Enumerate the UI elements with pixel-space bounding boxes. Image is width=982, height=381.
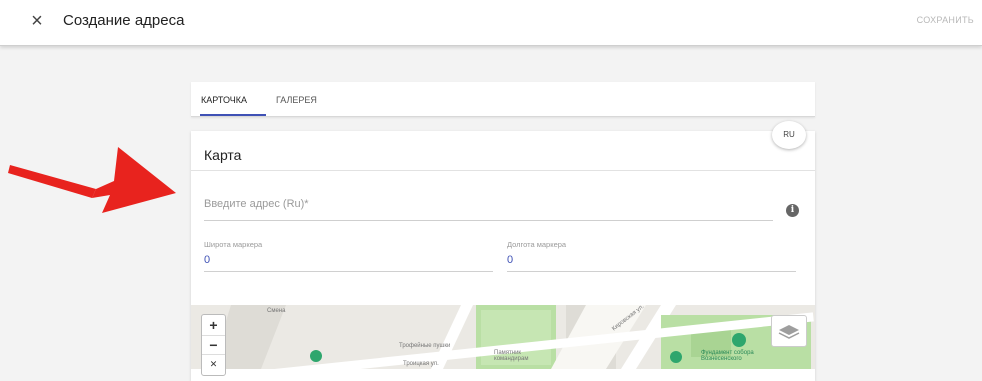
tab-card[interactable]: КАРТОЧКА xyxy=(201,95,247,105)
top-app-bar: × Создание адреса СОХРАНИТЬ xyxy=(0,0,982,46)
zoom-in-button[interactable]: + xyxy=(202,316,225,334)
address-input[interactable]: Введите адрес (Ru)* xyxy=(204,198,773,221)
card-title: Карта xyxy=(204,147,242,163)
active-tab-indicator xyxy=(200,114,266,116)
zoom-out-button[interactable]: − xyxy=(202,335,225,354)
tab-bar: КАРТОЧКА ГАЛЕРЕЯ xyxy=(191,82,815,117)
latitude-label: Широта маркера xyxy=(204,240,263,249)
layers-button[interactable] xyxy=(771,315,807,347)
page-title: Создание адреса xyxy=(63,12,185,29)
map-label: Троицкая ул. xyxy=(403,361,439,367)
layers-icon xyxy=(778,325,800,339)
annotation-arrow-icon xyxy=(8,147,176,213)
close-icon[interactable]: × xyxy=(26,10,48,32)
save-button[interactable]: СОХРАНИТЬ xyxy=(917,15,974,25)
longitude-label: Долгота маркера xyxy=(507,240,567,249)
latitude-input[interactable]: 0 xyxy=(204,254,493,272)
card-divider xyxy=(191,170,815,171)
info-icon[interactable]: i xyxy=(786,204,799,217)
tab-gallery[interactable]: ГАЛЕРЕЯ xyxy=(276,95,317,105)
fullscreen-icon[interactable]: ✕ xyxy=(202,354,225,373)
map-label: Трофейные пушки xyxy=(399,343,451,349)
map-label: Смена xyxy=(267,308,286,314)
language-button[interactable]: RU xyxy=(772,121,806,149)
map-view[interactable]: Смена Трофейные пушки Памятник командира… xyxy=(191,305,815,369)
map-label: Фундамент собора Вознесенского xyxy=(701,350,754,362)
longitude-input[interactable]: 0 xyxy=(507,254,796,272)
map-label: Памятник командирам xyxy=(494,350,529,362)
zoom-control: + − ✕ xyxy=(201,314,226,376)
